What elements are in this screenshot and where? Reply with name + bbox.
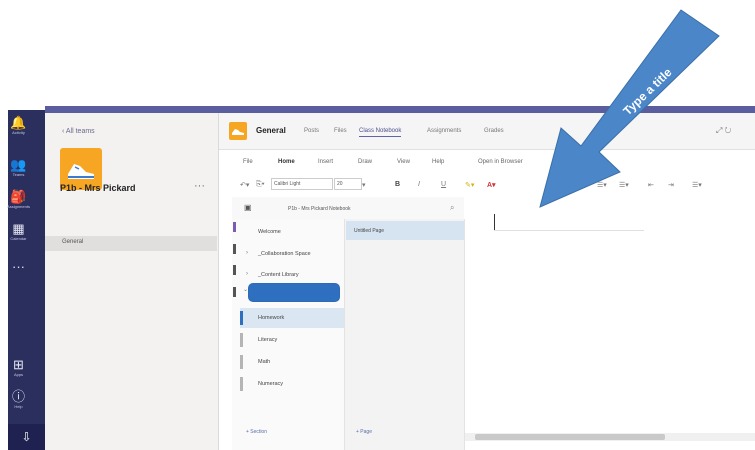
callout-arrow: Type a title: [539, 9, 720, 208]
